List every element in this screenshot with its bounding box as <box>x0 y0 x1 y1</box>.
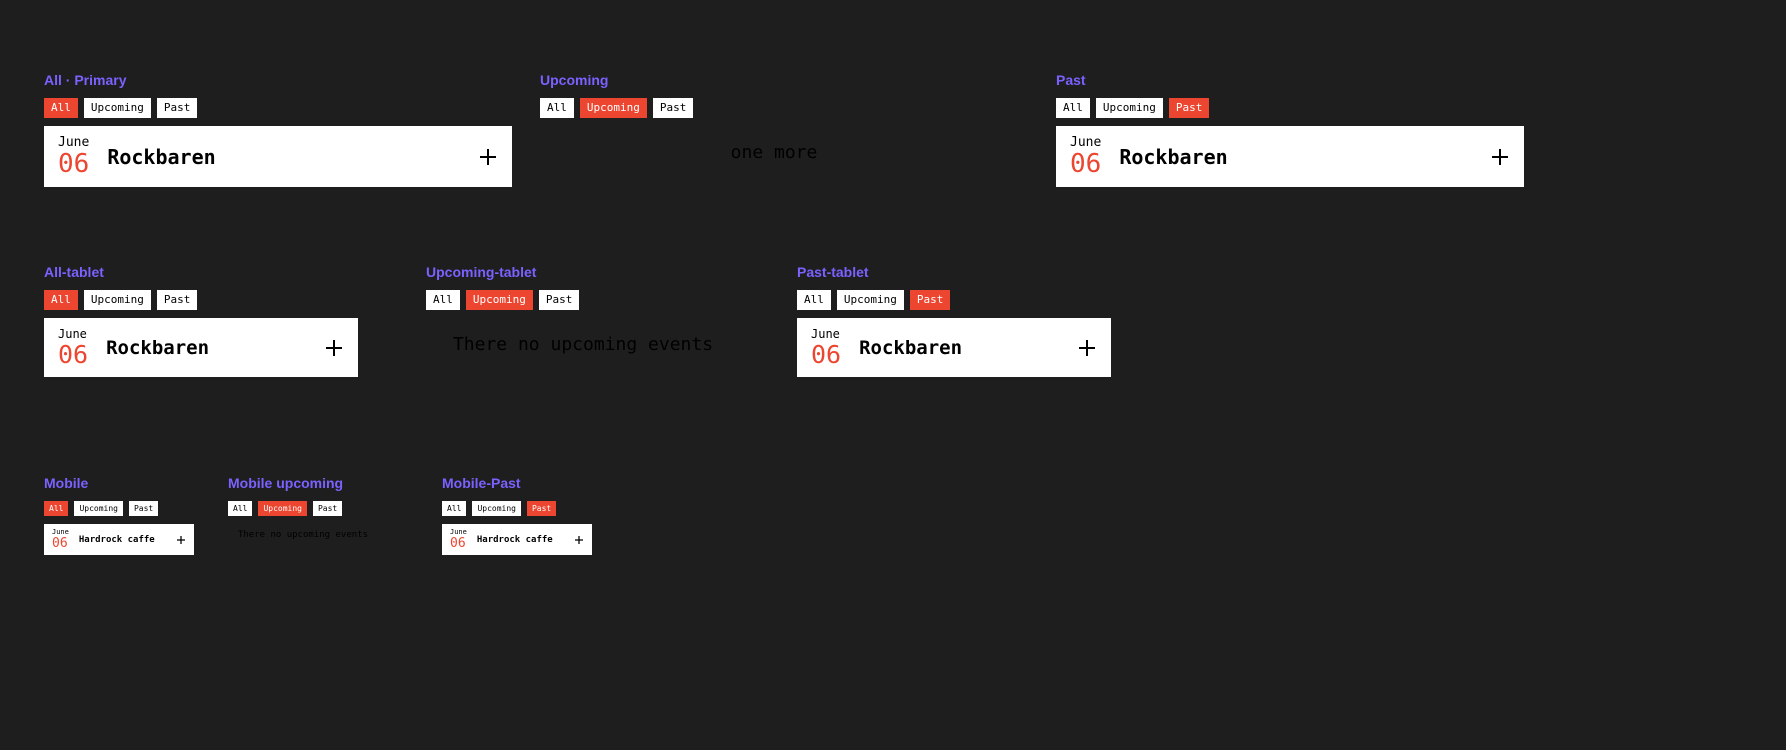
event-month: June <box>811 328 841 340</box>
tabs: All Upcoming Past <box>44 290 358 310</box>
tabs: All Upcoming Past <box>1056 98 1524 118</box>
tab-all[interactable]: All <box>797 290 831 310</box>
frame-title: Past <box>1056 72 1524 88</box>
tabs: All Upcoming Past <box>540 98 1008 118</box>
event-name: Rockbaren <box>1119 145 1510 169</box>
frame-title: Upcoming <box>540 72 1008 88</box>
frame-upcoming: Upcoming All Upcoming Past one more <box>540 72 1008 163</box>
event-date: June 06 <box>450 529 467 550</box>
event-card[interactable]: June 06 Hardrock caffe <box>44 524 194 555</box>
tab-all[interactable]: All <box>228 501 252 516</box>
event-name: Hardrock caffe <box>477 535 584 545</box>
plus-icon[interactable] <box>1077 338 1097 358</box>
event-month: June <box>450 529 467 536</box>
event-day: 06 <box>811 342 841 367</box>
tabs: All Upcoming Past <box>442 501 592 516</box>
event-date: June 06 <box>811 328 841 367</box>
tabs: All Upcoming Past <box>797 290 1111 310</box>
empty-state-text: There no upcoming events <box>426 334 740 355</box>
tab-all[interactable]: All <box>540 98 574 118</box>
tab-all[interactable]: All <box>44 98 78 118</box>
tab-all[interactable]: All <box>426 290 460 310</box>
event-card[interactable]: June 06 Hardrock caffe <box>442 524 592 555</box>
event-name: Rockbaren <box>106 337 344 359</box>
tab-upcoming[interactable]: Upcoming <box>580 98 647 118</box>
tabs: All Upcoming Past <box>44 501 194 516</box>
tab-all[interactable]: All <box>44 501 68 516</box>
tab-upcoming[interactable]: Upcoming <box>84 98 151 118</box>
frame-title: Mobile upcoming <box>228 475 378 491</box>
frame-title: All-tablet <box>44 264 358 280</box>
tab-past[interactable]: Past <box>129 501 158 516</box>
tabs: All Upcoming Past <box>44 98 512 118</box>
plus-icon[interactable] <box>1490 147 1510 167</box>
event-date: June 06 <box>52 529 69 550</box>
event-day: 06 <box>52 537 69 550</box>
event-date: June 06 <box>58 136 89 177</box>
event-month: June <box>58 136 89 149</box>
event-card[interactable]: June 06 Rockbaren <box>797 318 1111 377</box>
tab-past[interactable]: Past <box>157 290 198 310</box>
tabs: All Upcoming Past <box>426 290 740 310</box>
tab-all[interactable]: All <box>442 501 466 516</box>
tab-past[interactable]: Past <box>527 501 556 516</box>
plus-icon[interactable] <box>478 147 498 167</box>
tab-past[interactable]: Past <box>1169 98 1210 118</box>
frame-title: All · Primary <box>44 72 512 88</box>
event-card[interactable]: June 06 Rockbaren <box>1056 126 1524 187</box>
event-day: 06 <box>58 342 88 367</box>
plus-icon[interactable] <box>574 535 584 545</box>
event-card[interactable]: June 06 Rockbaren <box>44 318 358 377</box>
frame-all-tablet: All-tablet All Upcoming Past June 06 Roc… <box>44 264 358 377</box>
frame-title: Past-tablet <box>797 264 1111 280</box>
tabs: All Upcoming Past <box>228 501 378 516</box>
tab-upcoming[interactable]: Upcoming <box>74 501 123 516</box>
event-day: 06 <box>1070 151 1101 177</box>
plus-icon[interactable] <box>324 338 344 358</box>
tab-all[interactable]: All <box>44 290 78 310</box>
tab-upcoming[interactable]: Upcoming <box>472 501 521 516</box>
frame-mobile-upcoming: Mobile upcoming All Upcoming Past There … <box>228 475 378 540</box>
event-day: 06 <box>450 537 467 550</box>
empty-state-text: There no upcoming events <box>228 530 378 540</box>
tab-past[interactable]: Past <box>157 98 198 118</box>
event-name: Rockbaren <box>107 145 498 169</box>
tab-past[interactable]: Past <box>653 98 694 118</box>
tab-past[interactable]: Past <box>910 290 951 310</box>
tab-past[interactable]: Past <box>539 290 580 310</box>
event-name: Hardrock caffe <box>79 535 186 545</box>
event-name: Rockbaren <box>859 337 1097 359</box>
frame-past: Past All Upcoming Past June 06 Rockbaren <box>1056 72 1524 187</box>
frame-upcoming-tablet: Upcoming-tablet All Upcoming Past There … <box>426 264 740 355</box>
frame-past-tablet: Past-tablet All Upcoming Past June 06 Ro… <box>797 264 1111 377</box>
tab-upcoming[interactable]: Upcoming <box>84 290 151 310</box>
frame-title: Mobile-Past <box>442 475 592 491</box>
tab-upcoming[interactable]: Upcoming <box>258 501 307 516</box>
frame-mobile: Mobile All Upcoming Past June 06 Hardroc… <box>44 475 194 555</box>
tab-all[interactable]: All <box>1056 98 1090 118</box>
tab-past[interactable]: Past <box>313 501 342 516</box>
event-date: June 06 <box>1070 136 1101 177</box>
frame-title: Upcoming-tablet <box>426 264 740 280</box>
tab-upcoming[interactable]: Upcoming <box>466 290 533 310</box>
plus-icon[interactable] <box>176 535 186 545</box>
tab-upcoming[interactable]: Upcoming <box>1096 98 1163 118</box>
frame-all-primary: All · Primary All Upcoming Past June 06 … <box>44 72 512 187</box>
event-month: June <box>1070 136 1101 149</box>
empty-state-text: one more <box>540 142 1008 163</box>
event-day: 06 <box>58 151 89 177</box>
event-card[interactable]: June 06 Rockbaren <box>44 126 512 187</box>
event-month: June <box>52 529 69 536</box>
event-month: June <box>58 328 88 340</box>
event-date: June 06 <box>58 328 88 367</box>
frame-mobile-past: Mobile-Past All Upcoming Past June 06 Ha… <box>442 475 592 555</box>
frame-title: Mobile <box>44 475 194 491</box>
tab-upcoming[interactable]: Upcoming <box>837 290 904 310</box>
